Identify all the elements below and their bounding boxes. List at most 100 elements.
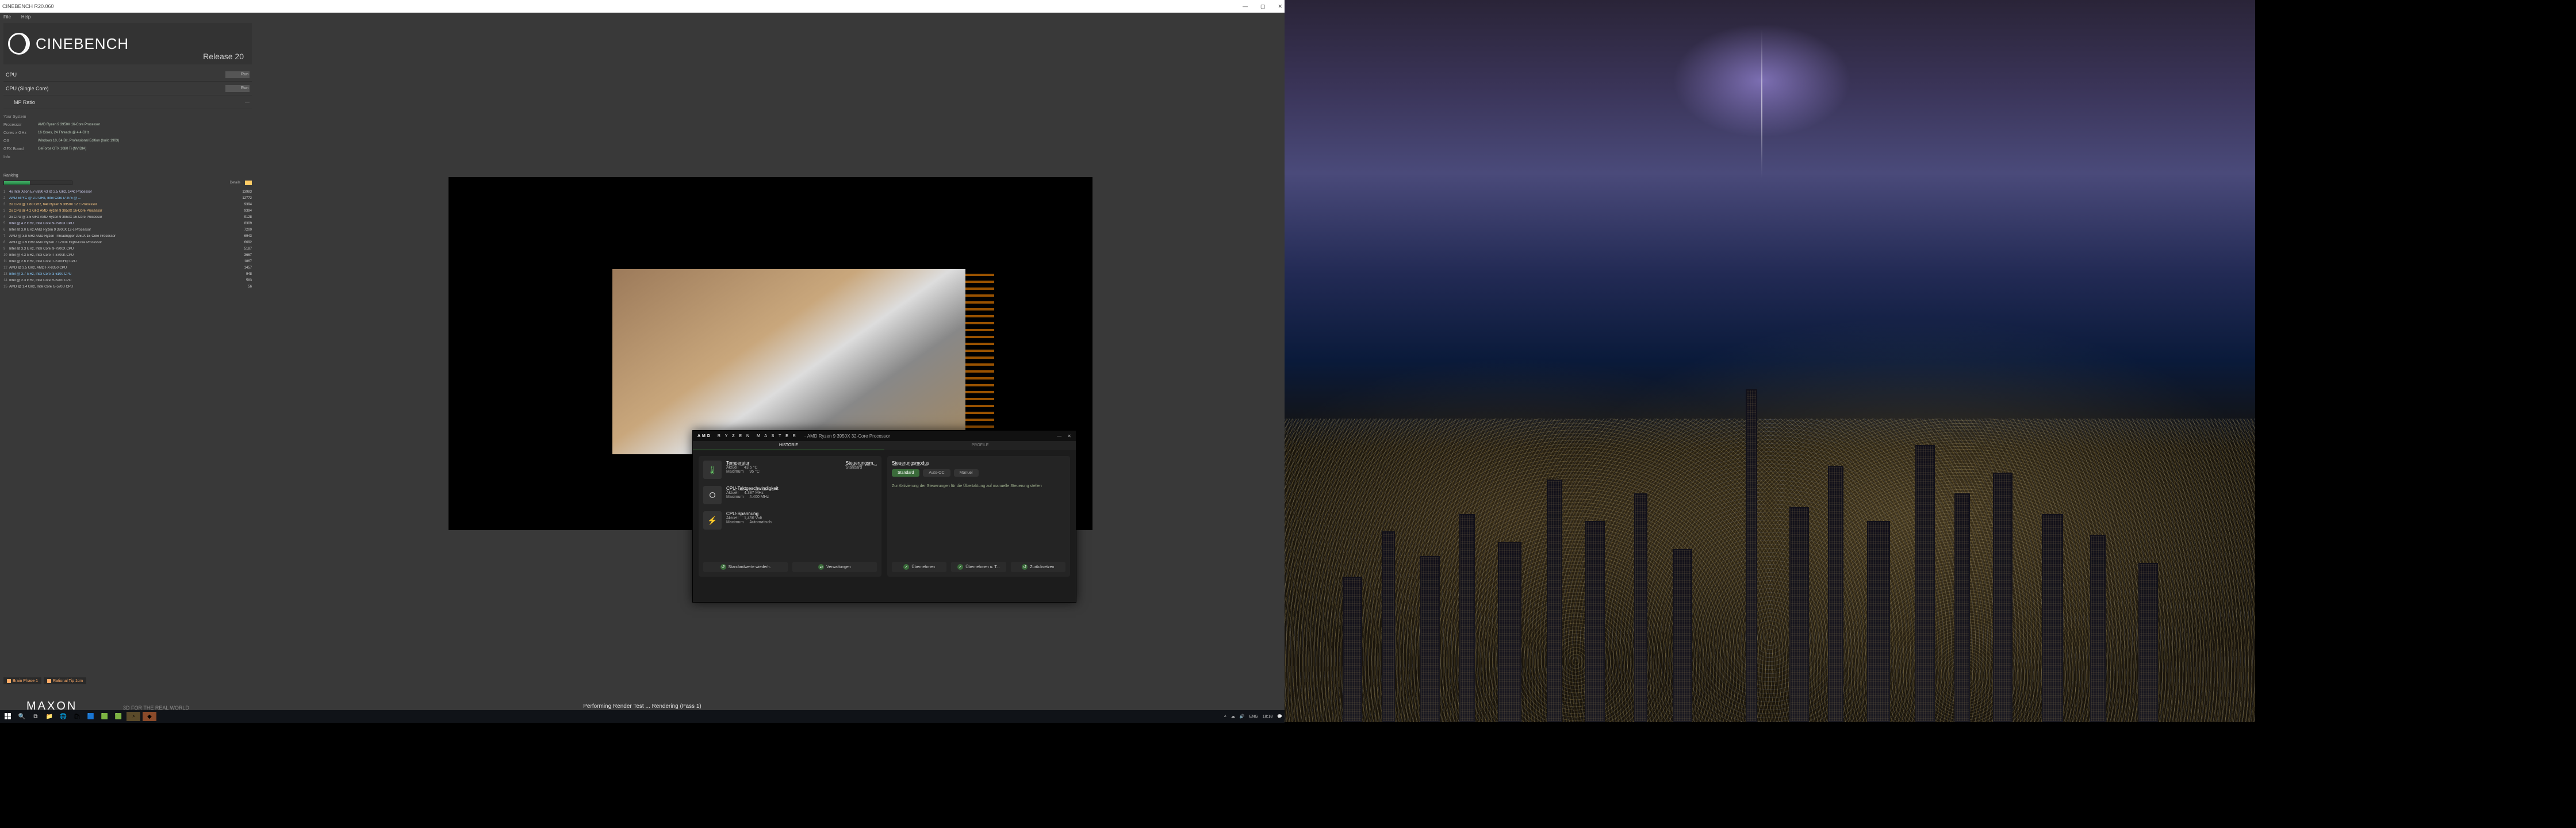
profile-chips: Standard Auto-OC Manuel <box>892 469 1065 477</box>
right-monitor <box>1285 0 2576 828</box>
edge-icon[interactable]: 🌐 <box>57 712 69 721</box>
render-tile <box>612 269 965 454</box>
tray-chevron-icon[interactable]: ˄ <box>1224 715 1226 719</box>
close-button[interactable]: ✕ <box>1278 3 1282 10</box>
menubar: File Help <box>0 13 1285 21</box>
system-row: ProcessorAMD Ryzen 9 3950X 16-Core Proce… <box>3 121 252 129</box>
ranking-details-label: Details <box>230 181 240 185</box>
tray-notifications-icon[interactable]: 💬 <box>1277 714 1282 719</box>
side-panel: CPU Run CPU (Single Core) Run MP Ratio —… <box>3 68 252 290</box>
ranking-row[interactable]: 8AMD @ 2.9 GHz AMD Ryzen 7 1700X Eight-C… <box>3 239 252 246</box>
ranking-row[interactable]: 32x CPU @ 1.80 GHz, 64c Ryzen 9 3950X 12… <box>3 201 252 208</box>
store-icon[interactable]: 🛍 <box>71 712 83 721</box>
ryzen-titlebar[interactable]: AMD R Y Z E N M A S T E R - AMD Ryzen 9 … <box>693 431 1076 441</box>
logo-release: Release 20 <box>203 52 244 61</box>
ryzen-profile-col: Steuerungsmodus Standard Auto-OC Manuel … <box>887 456 1070 577</box>
ranking-row[interactable]: 2AMD EPYC @ 2.0 GHz, Intel Core i7-975 @… <box>3 195 252 201</box>
ryzen-brand: AMD R Y Z E N M A S T E R <box>697 434 798 438</box>
run-single-button[interactable]: Run <box>225 85 250 92</box>
profile-mode-label: Steuerungsmodus <box>892 461 1065 466</box>
ranking-list: 14x Intel Xeon E7-8890 v3 @ 2.5 GHz, 144… <box>3 189 252 290</box>
tray-clock[interactable]: 18:18 <box>1263 715 1273 719</box>
logo-text: CINEBENCH <box>36 35 129 53</box>
profile-note: Zur Aktivierung der Steuerungen für die … <box>892 484 1065 489</box>
square-icon <box>7 679 11 683</box>
ryzen-metrics-col: 🌡 Temperatur Aktuell43,5 °C Maximum95 °C… <box>699 456 881 577</box>
test-cpu-label: CPU <box>6 72 225 78</box>
ranking-details-toggle[interactable] <box>245 181 252 185</box>
system-row: GFX BoardGeForce GTX 1080 Ti (NVIDIA) <box>3 145 252 153</box>
cinebench-task-icon[interactable]: ◔ <box>126 712 140 721</box>
ryzen-apply-button[interactable]: ✓Übernehmen <box>892 562 946 572</box>
tab-profile[interactable]: PROFILE <box>884 441 1076 450</box>
ranking-row[interactable]: 14Intel @ 2.3 GHz, Intel Core i5-6200 CP… <box>3 277 252 283</box>
check-icon: ✓ <box>957 564 963 570</box>
thermometer-icon: 🌡 <box>703 461 722 479</box>
manage-icon: ⇄ <box>818 564 824 570</box>
ryzen-minimize-icon[interactable]: — <box>1057 434 1061 439</box>
window-title: CINEBENCH R20.060 <box>2 3 54 9</box>
taskbar[interactable]: 🔍 ⧉ 📁 🌐 🛍 🟦 🟩 🟩 ◔ ◆ ˄ ☁ 🔊 ENG 18:18 💬 <box>0 710 1285 723</box>
revert-icon: ↺ <box>1022 564 1028 570</box>
rational-tip-button[interactable]: Rational Tip 1cm <box>44 677 86 684</box>
cinebench-window: CINEBENCH R20.060 — ▢ ✕ File Help CINEBE… <box>0 0 1285 721</box>
metric-volt: ⚡ CPU-Spannung Aktuell1,456 Volt Maximum… <box>703 511 877 530</box>
ryzen-close-icon[interactable]: ✕ <box>1067 434 1071 439</box>
search-icon[interactable]: 🔍 <box>16 712 28 721</box>
ranking-row[interactable]: 5Intel @ 4.2 GHz, Intel Core i9-7980X CP… <box>3 220 252 227</box>
start-button[interactable] <box>2 712 14 721</box>
test-cpu-row: CPU Run <box>3 68 252 82</box>
gauge-icon: ⭘ <box>703 486 722 504</box>
app1-icon[interactable]: 🟦 <box>85 712 97 721</box>
brain-phase-button[interactable]: Brain Phase 1 <box>3 677 41 684</box>
tray-lang[interactable]: ENG <box>1249 715 1258 719</box>
run-cpu-button[interactable]: Run <box>225 71 250 78</box>
chip-autooc[interactable]: Auto-OC <box>923 469 950 477</box>
ranking-row[interactable]: 15AMD @ 1.4 GHz, Intel Core i5-520U CPU5… <box>3 283 252 290</box>
app2-icon[interactable]: 🟩 <box>99 712 110 721</box>
test-single-label: CPU (Single Core) <box>6 86 225 91</box>
test-mp-label: MP Ratio <box>14 99 245 105</box>
ranking-row[interactable]: 32x CPU @ 4.2 GHz AMD Ryzen 9 3950X 16-C… <box>3 208 252 214</box>
ranking-header: Ranking <box>3 171 252 179</box>
tray-network-icon[interactable]: ☁ <box>1231 714 1235 719</box>
ranking-row[interactable]: 42x CPU @ 3.5 GHz AMD Ryzen 9 3950X 16-C… <box>3 214 252 220</box>
status-message: Performing Render Test ... Rendering (Pa… <box>583 703 701 710</box>
menu-file[interactable]: File <box>3 14 11 20</box>
ryzen-reset-button[interactable]: ↺Standardwerte wiederh. <box>703 562 788 572</box>
system-head: Your System <box>3 115 38 119</box>
app3-icon[interactable]: 🟩 <box>113 712 124 721</box>
tab-history[interactable]: HISTORIE <box>693 441 884 450</box>
ryzen-task-icon[interactable]: ◆ <box>143 712 156 721</box>
bottom-bar: Brain Phase 1 Rational Tip 1cm <box>3 677 252 687</box>
ranking-row[interactable]: 9Intel @ 3.3 GHz, Intel Core i9-7900X CP… <box>3 246 252 252</box>
reset-icon: ↺ <box>720 564 726 570</box>
maximize-button[interactable]: ▢ <box>1260 3 1266 10</box>
left-monitor: CINEBENCH R20.060 — ▢ ✕ File Help CINEBE… <box>0 0 1285 828</box>
explorer-icon[interactable]: 📁 <box>44 712 55 721</box>
logo-block: CINEBENCH Release 20 <box>3 23 252 64</box>
minimize-button[interactable]: — <box>1243 3 1248 10</box>
menu-help[interactable]: Help <box>21 14 30 20</box>
ryzen-tabs: HISTORIE PROFILE <box>693 441 1076 450</box>
titlebar[interactable]: CINEBENCH R20.060 — ▢ ✕ <box>0 0 1285 13</box>
taskview-icon[interactable]: ⧉ <box>30 712 41 721</box>
chip-standard[interactable]: Standard <box>892 469 919 477</box>
tray-volume-icon[interactable]: 🔊 <box>1240 714 1245 719</box>
chip-manual[interactable]: Manuel <box>954 469 979 477</box>
ryzen-master-window[interactable]: AMD R Y Z E N M A S T E R - AMD Ryzen 9 … <box>692 430 1076 603</box>
test-single-row: CPU (Single Core) Run <box>3 82 252 95</box>
ryzen-revert-button[interactable]: ↺Zurücksetzen <box>1011 562 1065 572</box>
ranking-row[interactable]: 12AMD @ 3.5 GHz, AMD FX-8350 CPU1457 <box>3 264 252 271</box>
square-icon <box>47 679 51 683</box>
ranking-row[interactable]: 6Intel @ 3.0 GHz AMD Ryzen 9 3900X 12-c … <box>3 227 252 233</box>
ryzen-manage-button[interactable]: ⇄Verwaltungen <box>792 562 877 572</box>
system-row: Cores x GHz16 Cores, 24 Threads @ 4.4 GH… <box>3 129 252 137</box>
ranking-row[interactable]: 11Intel @ 2.6 GHz, Intel Core i7-6700HQ … <box>3 258 252 264</box>
ranking-row[interactable]: 13Intel @ 3.7 GHz, Intel Core i3-6100 CP… <box>3 271 252 277</box>
ranking-row[interactable]: 10Intel @ 4.3 GHz, Intel Core i7-8700K C… <box>3 252 252 258</box>
system-info: Your System ProcessorAMD Ryzen 9 3950X 1… <box>3 113 252 161</box>
ranking-row[interactable]: 14x Intel Xeon E7-8890 v3 @ 2.5 GHz, 144… <box>3 189 252 195</box>
ryzen-applytest-button[interactable]: ✓Übernehmen u. T... <box>951 562 1006 572</box>
ranking-row[interactable]: 7AMD @ 3.8 GHz AMD Ryzen Threadripper 29… <box>3 233 252 239</box>
